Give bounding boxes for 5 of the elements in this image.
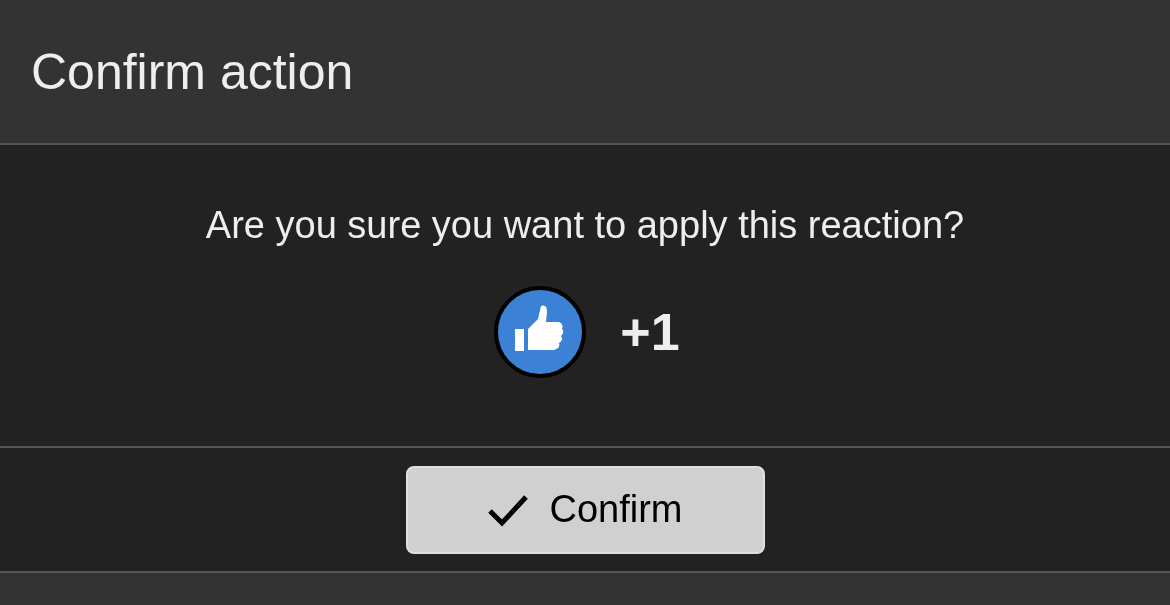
- thumbs-up-icon: [494, 286, 587, 378]
- reaction-label: +1: [620, 306, 680, 358]
- confirm-button[interactable]: Confirm: [405, 465, 765, 554]
- dialog-message: Are you sure you want to apply this reaction?: [205, 206, 965, 244]
- dialog-title: Confirm action: [31, 46, 354, 97]
